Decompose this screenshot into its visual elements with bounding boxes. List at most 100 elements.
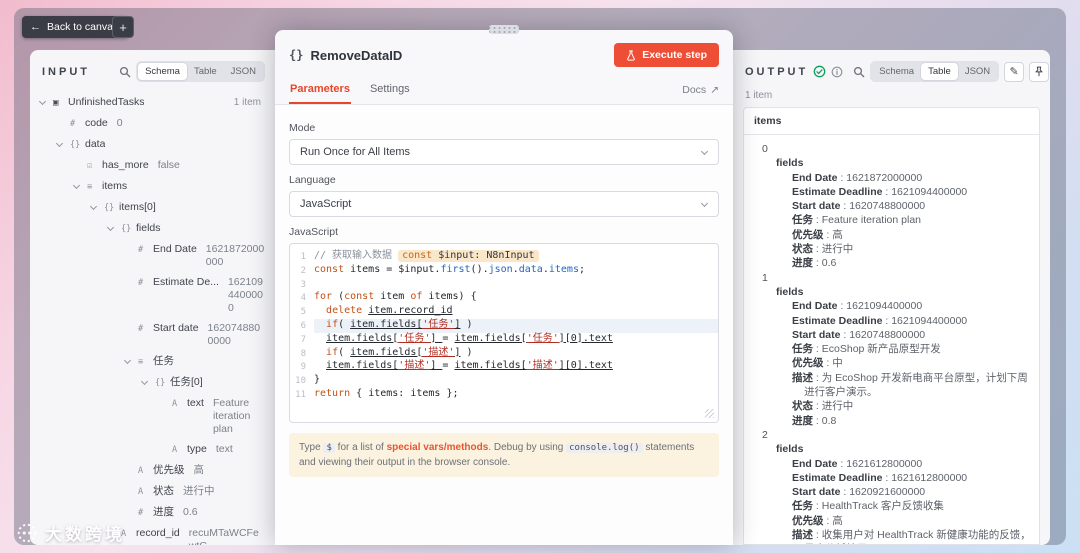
output-table-header[interactable]: items — [744, 108, 1039, 135]
output-item-count: 1 item — [745, 90, 773, 101]
output-field-key: Estimate Deadline — [792, 185, 883, 198]
output-field-value: 0.6 — [821, 257, 837, 270]
tree-row[interactable]: {} data — [34, 134, 271, 155]
boolean-type-icon: ☑ — [87, 160, 93, 171]
chevron-down-icon[interactable] — [106, 222, 121, 231]
output-field-value: 1621872000000 — [846, 171, 923, 184]
output-field-key: End Date — [792, 171, 838, 184]
output-section-key[interactable]: fields — [752, 285, 1035, 299]
output-item-index[interactable]: 2 — [752, 428, 1035, 442]
output-section-key[interactable]: fields — [752, 442, 1035, 456]
tree-row[interactable]: ☑ has_more false — [34, 155, 271, 176]
output-table: items 0 fields End Date : 1621872000000 Est… — [743, 107, 1040, 545]
tree-row[interactable]: # Start date 1620748800000 — [34, 318, 271, 351]
execute-step-button[interactable]: Execute step — [614, 43, 719, 67]
object-type-icon: {} — [104, 202, 115, 213]
language-value: JavaScript — [300, 198, 352, 210]
code-token: $input: N8nInput — [438, 250, 539, 262]
external-link-icon: ↗ — [710, 83, 719, 96]
input-tab-json[interactable]: JSON — [224, 63, 263, 80]
number-type-icon: # — [138, 277, 144, 288]
hint-dollar: $ — [323, 442, 335, 453]
code-line[interactable]: 7 item.fields['任务'] = item.fields['任务'][… — [290, 333, 718, 347]
code-line[interactable]: 10} — [290, 374, 718, 388]
edit-output-button[interactable]: ✎ — [1004, 61, 1025, 82]
tree-key: text — [187, 396, 204, 409]
tree-row[interactable]: Atype text — [34, 439, 271, 460]
tree-key: 进度 — [153, 505, 174, 518]
tree-row[interactable]: # End Date 1621872000000 — [34, 239, 271, 272]
search-icon[interactable] — [119, 66, 131, 78]
tree-row[interactable]: # code 0 — [34, 113, 271, 134]
number-type-icon: # — [70, 118, 76, 129]
output-field-row: 状态 : 进行中 — [792, 400, 854, 413]
code-line[interactable]: 9 item.fields['描述'] = item.fields['描述'][… — [290, 360, 718, 374]
output-field-key: 任务 — [792, 214, 813, 227]
tree-row[interactable]: Atext Feature iteration plan — [34, 393, 271, 439]
tree-key: 状态 — [153, 484, 174, 497]
resize-grip-icon[interactable] — [705, 408, 714, 418]
pin-data-button[interactable] — [1029, 61, 1050, 82]
output-tab-table[interactable]: Table — [921, 63, 958, 80]
code-line[interactable]: 2 const items = $input.first().json.data.… — [290, 264, 718, 278]
tree-row[interactable]: {} 任务[0] — [34, 372, 271, 393]
code-line[interactable]: 8 if( item.fields['描述'] ) — [290, 347, 718, 361]
tree-row[interactable]: A 优先级高 — [34, 460, 271, 481]
code-token: = — [442, 332, 455, 344]
output-item-index[interactable]: 0 — [752, 142, 1035, 156]
search-icon[interactable] — [853, 66, 865, 78]
node-parameters: Mode Run Once for All Items Language Jav… — [275, 105, 733, 545]
output-tab-schema[interactable]: Schema — [872, 63, 921, 80]
info-icon[interactable] — [831, 66, 843, 78]
add-button[interactable]: + — [112, 16, 134, 38]
output-item-index[interactable]: 1 — [752, 271, 1035, 285]
tree-row[interactable]: {} fields — [34, 218, 271, 239]
code-line[interactable]: 6 if( item.fields['任务'] ) — [290, 318, 718, 333]
code-token: json — [488, 263, 513, 275]
tree-row[interactable]: A 状态 进行中 — [34, 481, 271, 502]
tree-value: 高 — [193, 463, 205, 476]
code-line[interactable]: 3 — [290, 278, 718, 292]
chevron-down-icon[interactable] — [72, 180, 87, 189]
tree-row[interactable]: {} items[0] — [34, 197, 271, 218]
chevron-down-icon[interactable] — [140, 376, 155, 385]
output-field-key: End Date — [792, 457, 838, 470]
tree-row[interactable]: ≡ 任务 — [34, 351, 271, 372]
code-line[interactable]: 5 delete item.record_id — [290, 305, 718, 319]
node-type-icon: ▣ — [53, 97, 59, 108]
input-tab-table[interactable]: Table — [187, 63, 224, 80]
drag-handle[interactable] — [489, 25, 519, 34]
number-type-icon: # — [138, 323, 144, 334]
code-line[interactable]: 11 return { items: items }; — [290, 388, 718, 402]
code-line[interactable]: 4 for (const item of items) { — [290, 291, 718, 305]
hint-console-log: console.log() — [566, 442, 643, 453]
chevron-down-icon[interactable] — [89, 201, 104, 210]
tree-row[interactable]: ▣ UnfinishedTasks 1 item — [34, 92, 271, 113]
hint-highlight: special vars/methods — [386, 441, 489, 453]
code-editor[interactable]: 1// 获取输入数据 const $input: N8nInput 2 const … — [289, 243, 719, 423]
chevron-down-icon[interactable] — [55, 138, 70, 147]
chevron-down-icon[interactable] — [38, 96, 53, 105]
input-tab-schema[interactable]: Schema — [138, 63, 187, 80]
output-field-key: 优先级 — [792, 357, 824, 370]
code-line[interactable]: 1 // 获取输入数据 const $input: N8nInput — [290, 250, 718, 264]
output-section-key[interactable]: fields — [752, 156, 1035, 170]
code-token: if — [326, 318, 339, 330]
language-select[interactable]: JavaScript — [289, 191, 719, 217]
tab-settings[interactable]: Settings — [369, 75, 411, 104]
tree-row[interactable]: # Estimate De... 1621094400000 — [34, 272, 271, 318]
docs-link[interactable]: Docs ↗ — [682, 84, 719, 96]
mode-select[interactable]: Run Once for All Items — [289, 139, 719, 165]
chevron-down-icon[interactable] — [123, 355, 138, 364]
code-token: if — [326, 346, 339, 358]
output-tab-json[interactable]: JSON — [958, 63, 997, 80]
input-header: INPUT Schema Table JSON — [30, 50, 275, 90]
output-field-row: End Date : 1621872000000 — [792, 171, 923, 184]
tree-row[interactable]: ≡ items — [34, 176, 271, 197]
tab-parameters[interactable]: Parameters — [289, 75, 351, 104]
code-token: item.fields[ — [326, 332, 399, 344]
